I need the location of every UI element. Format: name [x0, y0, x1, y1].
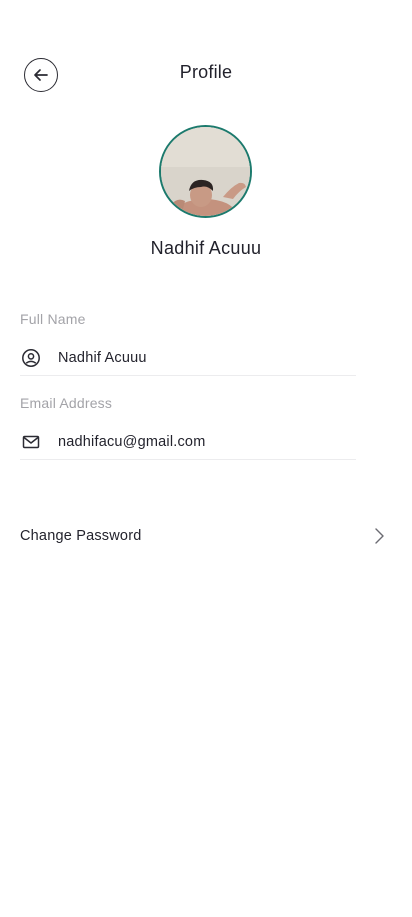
chevron-right-icon [375, 528, 384, 544]
full-name-field[interactable]: Nadhif Acuuu [20, 340, 356, 376]
change-password-label: Change Password [20, 528, 142, 544]
change-password-button[interactable]: Change Password [20, 522, 386, 550]
full-name-value: Nadhif Acuuu [58, 349, 147, 366]
user-circle-icon [20, 347, 42, 369]
profile-name: Nadhif Acuuu [150, 238, 262, 258]
mail-icon [20, 431, 42, 453]
full-name-label: Full Name [20, 311, 86, 327]
email-value: nadhifacu@gmail.com [58, 433, 206, 450]
email-label: Email Address [20, 395, 113, 411]
avatar[interactable] [159, 125, 252, 218]
avatar-photo [161, 127, 250, 216]
page-title: Profile [179, 62, 233, 82]
email-field[interactable]: nadhifacu@gmail.com [20, 424, 356, 460]
profile-screen: Profile Nadhif Acuuu Full Name Nadhif Ac… [0, 0, 412, 917]
